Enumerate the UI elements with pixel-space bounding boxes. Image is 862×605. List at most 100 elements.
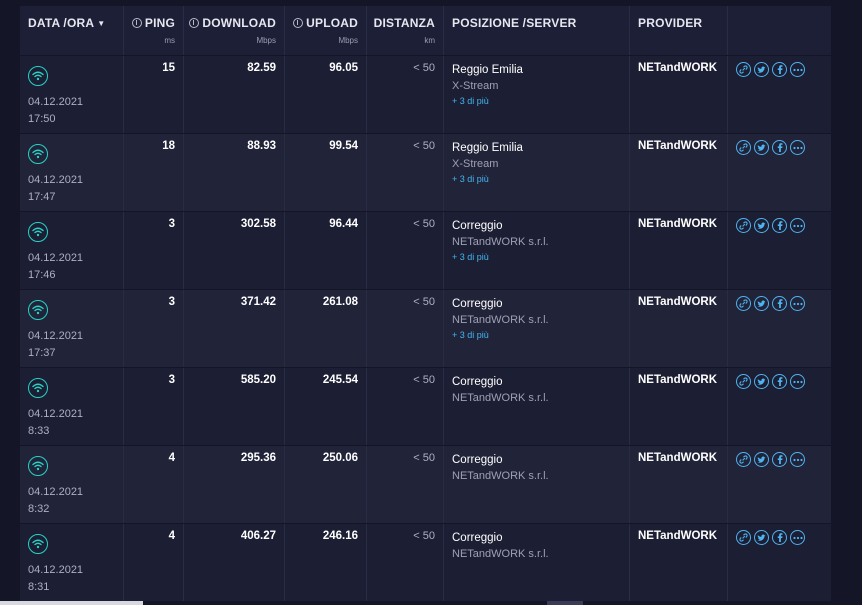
link-icon	[739, 143, 748, 152]
cell-download: 406.27	[184, 524, 285, 601]
table-row[interactable]: 04.12.2021 17:46 3 302.58 96.44 < 50 Correggio…	[20, 212, 831, 290]
cell-download: 295.36	[184, 446, 285, 523]
cell-ping: 3	[124, 212, 184, 289]
server-city: Reggio Emilia	[452, 142, 523, 154]
more-servers-link[interactable]: + 3 di più	[452, 328, 549, 343]
header-ping[interactable]: PING ms	[124, 6, 184, 55]
scrollbar-thumb[interactable]	[547, 601, 583, 605]
twitter-icon	[757, 378, 766, 386]
cell-distance: < 50	[367, 212, 444, 289]
wifi-icon[interactable]	[28, 222, 48, 242]
more-servers-link[interactable]: + 3 di più	[452, 172, 523, 187]
share-facebook-button[interactable]	[772, 296, 787, 311]
more-servers-link[interactable]: + 3 di più	[452, 250, 549, 265]
server-city: Correggio	[452, 532, 503, 544]
share-link-button[interactable]	[736, 218, 751, 233]
more-icon	[792, 302, 803, 306]
facebook-icon	[777, 299, 783, 308]
ping-value: 3	[168, 374, 175, 386]
share-more-button[interactable]	[790, 452, 805, 467]
cell-share	[728, 134, 831, 211]
wifi-icon[interactable]	[28, 300, 48, 320]
results-table: DATA /ORA ▼ PING ms DOWNLOAD Mbps UPLOAD …	[20, 6, 831, 602]
share-twitter-button[interactable]	[754, 374, 769, 389]
facebook-icon	[777, 533, 783, 542]
table-row[interactable]: 04.12.2021 8:31 4 406.27 246.16 < 50 Correggio…	[20, 524, 831, 602]
result-time: 17:46	[28, 269, 56, 281]
download-value: 295.36	[240, 452, 276, 464]
table-row[interactable]: 04.12.2021 8:33 3 585.20 245.54 < 50 Correggio…	[20, 368, 831, 446]
link-icon	[739, 65, 748, 74]
table-row[interactable]: 04.12.2021 17:50 15 82.59 96.05 < 50 Reggio Em…	[20, 56, 831, 134]
share-twitter-button[interactable]	[754, 296, 769, 311]
share-more-button[interactable]	[790, 140, 805, 155]
share-more-button[interactable]	[790, 530, 805, 545]
table-row[interactable]: 04.12.2021 17:47 18 88.93 99.54 < 50 Reggio Em…	[20, 134, 831, 212]
share-link-button[interactable]	[736, 62, 751, 77]
sort-caret-icon: ▼	[97, 18, 106, 28]
header-date[interactable]: DATA /ORA ▼	[20, 6, 124, 55]
share-twitter-button[interactable]	[754, 530, 769, 545]
header-download[interactable]: DOWNLOAD Mbps	[184, 6, 285, 55]
wifi-icon[interactable]	[28, 378, 48, 398]
share-facebook-button[interactable]	[772, 62, 787, 77]
share-more-button[interactable]	[790, 218, 805, 233]
header-upload[interactable]: UPLOAD Mbps	[285, 6, 367, 55]
share-more-button[interactable]	[790, 62, 805, 77]
server-city: Reggio Emilia	[452, 64, 523, 76]
cell-position: Reggio Emilia X-Stream + 3 di più	[444, 56, 630, 133]
cell-distance: < 50	[367, 134, 444, 211]
upload-value: 99.54	[329, 140, 358, 152]
share-link-button[interactable]	[736, 296, 751, 311]
cell-provider: NETandWORK	[630, 56, 728, 133]
more-servers-link[interactable]: + 3 di più	[452, 94, 523, 109]
cell-share	[728, 446, 831, 523]
server-name: NETandWORK s.r.l.	[452, 548, 549, 560]
cell-provider: NETandWORK	[630, 368, 728, 445]
header-distance[interactable]: DISTANZA km	[367, 6, 444, 55]
wifi-icon[interactable]	[28, 534, 48, 554]
provider-name: NETandWORK	[638, 296, 718, 308]
twitter-icon	[757, 222, 766, 230]
header-position[interactable]: POSIZIONE /SERVER	[444, 6, 630, 55]
cell-download: 82.59	[184, 56, 285, 133]
link-icon	[739, 299, 748, 308]
result-time: 8:32	[28, 503, 50, 515]
facebook-icon	[777, 377, 783, 386]
share-facebook-button[interactable]	[772, 140, 787, 155]
wifi-icon[interactable]	[28, 456, 48, 476]
share-facebook-button[interactable]	[772, 452, 787, 467]
table-row[interactable]: 04.12.2021 8:32 4 295.36 250.06 < 50 Correggio…	[20, 446, 831, 524]
download-value: 82.59	[247, 62, 276, 74]
result-date: 04.12.2021	[28, 330, 84, 342]
provider-name: NETandWORK	[638, 218, 718, 230]
share-more-button[interactable]	[790, 374, 805, 389]
ping-value: 3	[168, 296, 175, 308]
share-link-button[interactable]	[736, 374, 751, 389]
share-twitter-button[interactable]	[754, 452, 769, 467]
twitter-icon	[757, 534, 766, 542]
twitter-icon	[757, 144, 766, 152]
link-icon	[739, 221, 748, 230]
table-row[interactable]: 04.12.2021 17:37 3 371.42 261.08 < 50 Correggi…	[20, 290, 831, 368]
share-twitter-button[interactable]	[754, 218, 769, 233]
share-facebook-button[interactable]	[772, 374, 787, 389]
horizontal-scrollbar[interactable]	[0, 601, 143, 605]
share-link-button[interactable]	[736, 530, 751, 545]
share-link-button[interactable]	[736, 140, 751, 155]
share-twitter-button[interactable]	[754, 140, 769, 155]
cell-distance: < 50	[367, 368, 444, 445]
cell-distance: < 50	[367, 290, 444, 367]
header-provider[interactable]: PROVIDER	[630, 6, 728, 55]
cell-position: Correggio NETandWORK s.r.l.	[444, 524, 630, 601]
share-link-button[interactable]	[736, 452, 751, 467]
share-twitter-button[interactable]	[754, 62, 769, 77]
cell-share	[728, 212, 831, 289]
wifi-icon[interactable]	[28, 144, 48, 164]
share-more-button[interactable]	[790, 296, 805, 311]
share-facebook-button[interactable]	[772, 530, 787, 545]
wifi-icon[interactable]	[28, 66, 48, 86]
cell-date: 04.12.2021 8:33	[20, 368, 124, 445]
share-facebook-button[interactable]	[772, 218, 787, 233]
provider-name: NETandWORK	[638, 62, 718, 74]
